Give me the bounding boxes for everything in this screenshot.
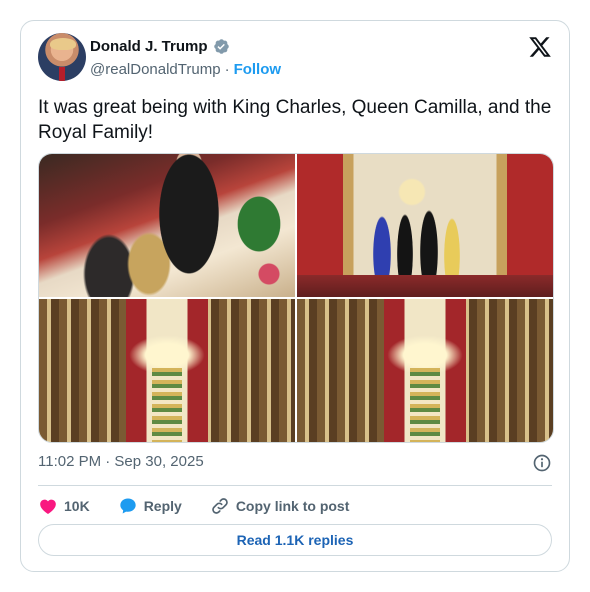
tweet-text: It was great being with King Charles, Qu… — [38, 97, 552, 143]
speech-bubble-icon — [120, 498, 136, 514]
st-georges-hall-photo-2[interactable] — [297, 299, 553, 442]
tweet-card: Donald J. Trump @realDonaldTrump · Follo… — [20, 20, 570, 572]
banquet-speech-photo[interactable] — [39, 154, 295, 297]
reply-label: Reply — [143, 498, 182, 514]
author-name-row: Donald J. Trump — [90, 38, 230, 55]
handle-separator: · — [224, 61, 230, 78]
copy-link-label: Copy link to post — [235, 498, 350, 514]
read-replies-button[interactable]: Read 1.1K replies — [38, 524, 552, 556]
avatar-tie — [59, 67, 65, 81]
copy-link-button[interactable]: Copy link to post — [210, 496, 350, 516]
x-logo-icon[interactable] — [528, 35, 552, 59]
heart-icon — [40, 499, 56, 514]
timestamp[interactable]: 11:02 PM · Sep 30, 2025 — [38, 453, 204, 470]
author-handle-row: @realDonaldTrump · Follow — [90, 61, 281, 78]
media-grid[interactable] — [38, 153, 554, 443]
avatar[interactable] — [38, 33, 86, 81]
like-count: 10K — [64, 498, 90, 514]
reply-button[interactable]: Reply — [118, 496, 182, 516]
divider — [38, 485, 552, 486]
st-georges-hall-photo-1[interactable] — [39, 299, 295, 442]
author-name[interactable]: Donald J. Trump — [90, 38, 208, 55]
avatar-hair — [50, 38, 76, 50]
verified-badge-icon — [213, 39, 229, 54]
state-room-photo[interactable] — [297, 154, 553, 297]
like-button[interactable]: 10K — [38, 496, 90, 516]
link-icon — [212, 498, 228, 514]
info-icon[interactable] — [532, 453, 552, 473]
action-bar: 10K Reply Copy link to post — [38, 494, 377, 518]
follow-button[interactable]: Follow — [234, 61, 282, 78]
author-handle[interactable]: @realDonaldTrump — [90, 61, 221, 78]
